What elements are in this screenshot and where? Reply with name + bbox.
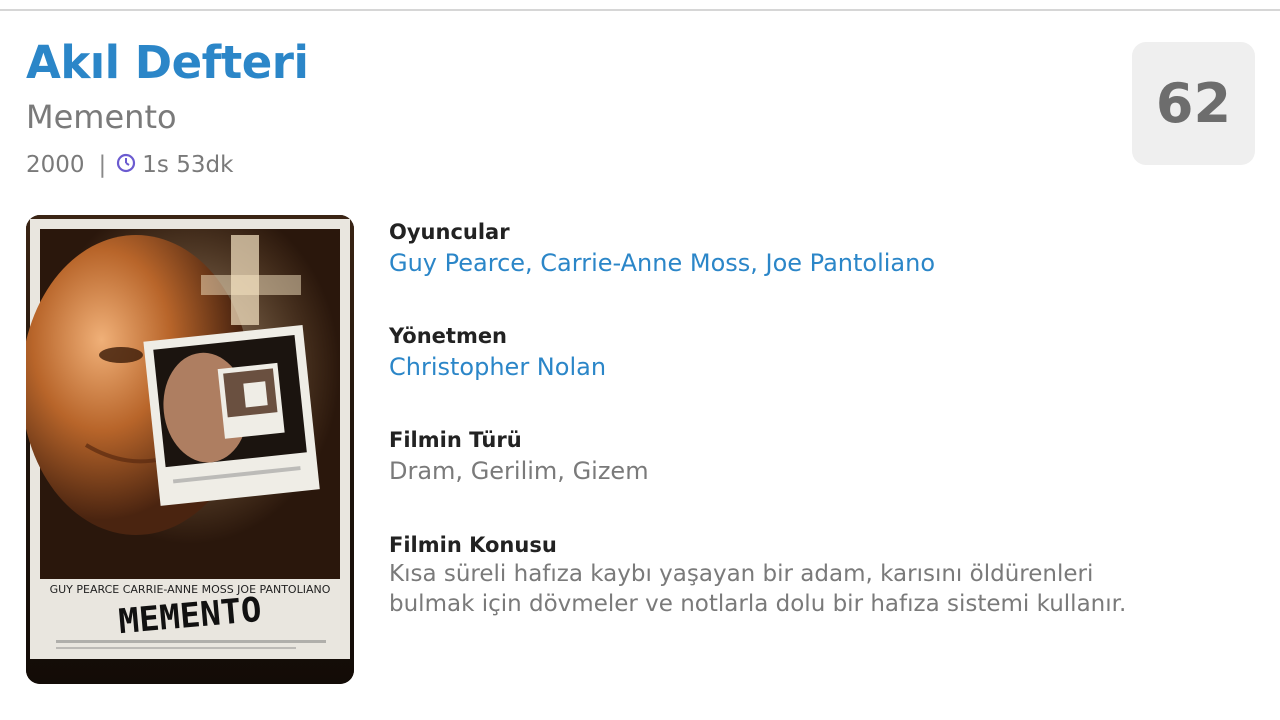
clock-icon [116, 153, 136, 173]
plot-text: Kısa süreli hafıza kaybı yaşayan bir ada… [389, 559, 1249, 619]
movie-meta: 2000 | 1s 53dk [26, 152, 233, 178]
meta-separator: | [98, 152, 107, 178]
poster-cast-line: GUY PEARCE CARRIE-ANNE MOSS JOE PANTOLIA… [50, 583, 331, 596]
cast-section: Oyuncular Guy Pearce, Carrie-Anne Moss, … [389, 218, 935, 280]
movie-poster[interactable]: GUY PEARCE CARRIE-ANNE MOSS JOE PANTOLIA… [26, 215, 354, 684]
director-label: Yönetmen [389, 324, 508, 348]
plot-section: Filmin Konusu Kısa süreli hafıza kaybı y… [389, 531, 1249, 619]
score-badge: 62 [1132, 42, 1255, 165]
genre-label: Filmin Türü [389, 428, 522, 452]
movie-card: Akıl Defteri Memento 2000 | 1s 53dk 62 G… [0, 0, 1280, 720]
plot-line-1: Kısa süreli hafıza kaybı yaşayan bir ada… [389, 561, 1094, 587]
director-section: Yönetmen Christopher Nolan [389, 322, 606, 384]
cast-links[interactable]: Guy Pearce, Carrie-Anne Moss, Joe Pantol… [389, 246, 935, 280]
cast-label: Oyuncular [389, 220, 510, 244]
top-divider [0, 9, 1280, 11]
score-value: 62 [1155, 72, 1232, 135]
plot-label: Filmin Konusu [389, 533, 557, 557]
release-year: 2000 [26, 152, 85, 178]
original-title: Memento [26, 98, 177, 136]
movie-title[interactable]: Akıl Defteri [26, 36, 309, 89]
genre-section: Filmin Türü Dram, Gerilim, Gizem [389, 426, 649, 488]
duration: 1s 53dk [142, 152, 234, 178]
genre-value: Dram, Gerilim, Gizem [389, 457, 649, 485]
director-link[interactable]: Christopher Nolan [389, 350, 606, 384]
plot-line-2: bulmak için dövmeler ve notlarla dolu bi… [389, 591, 1127, 617]
